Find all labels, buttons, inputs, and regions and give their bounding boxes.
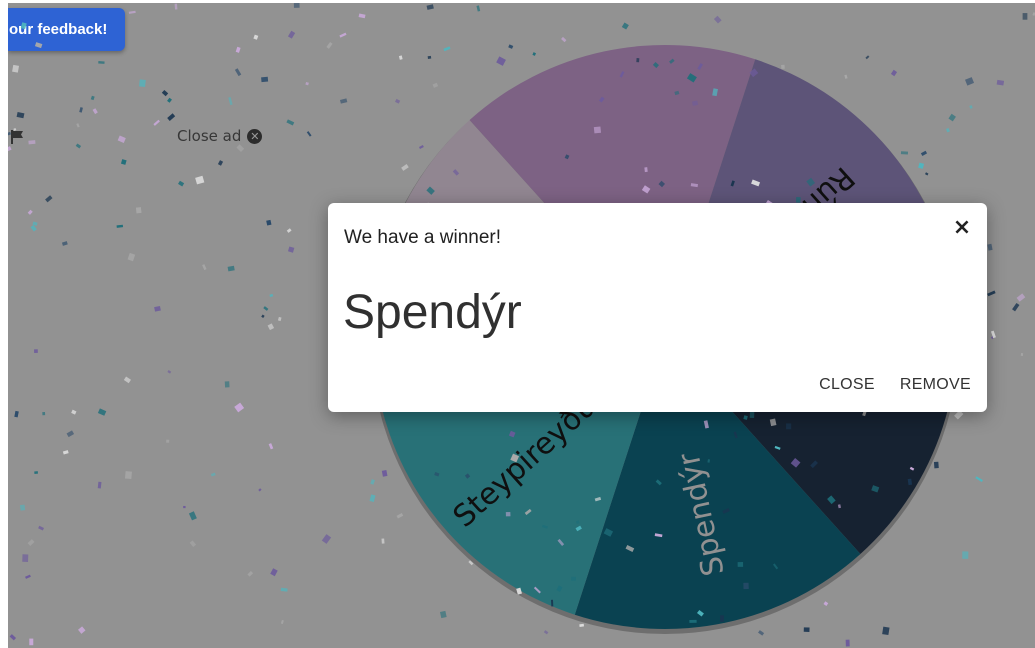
remove-button[interactable]: REMOVE: [900, 376, 971, 394]
close-icon[interactable]: ×: [949, 215, 975, 241]
close-button[interactable]: CLOSE: [819, 376, 875, 394]
winner-name: Spendýr: [343, 286, 522, 339]
dialog-actions: CLOSE REMOVE: [819, 376, 971, 394]
feedback-button[interactable]: our feedback!: [8, 8, 125, 51]
dialog-title: We have a winner!: [344, 227, 502, 248]
app-background: RúmlegaLundSpendýrSteypireyðurFullvaxta …: [8, 3, 1035, 648]
winner-dialog: We have a winner! × Spendýr CLOSE REMOVE: [328, 203, 987, 412]
